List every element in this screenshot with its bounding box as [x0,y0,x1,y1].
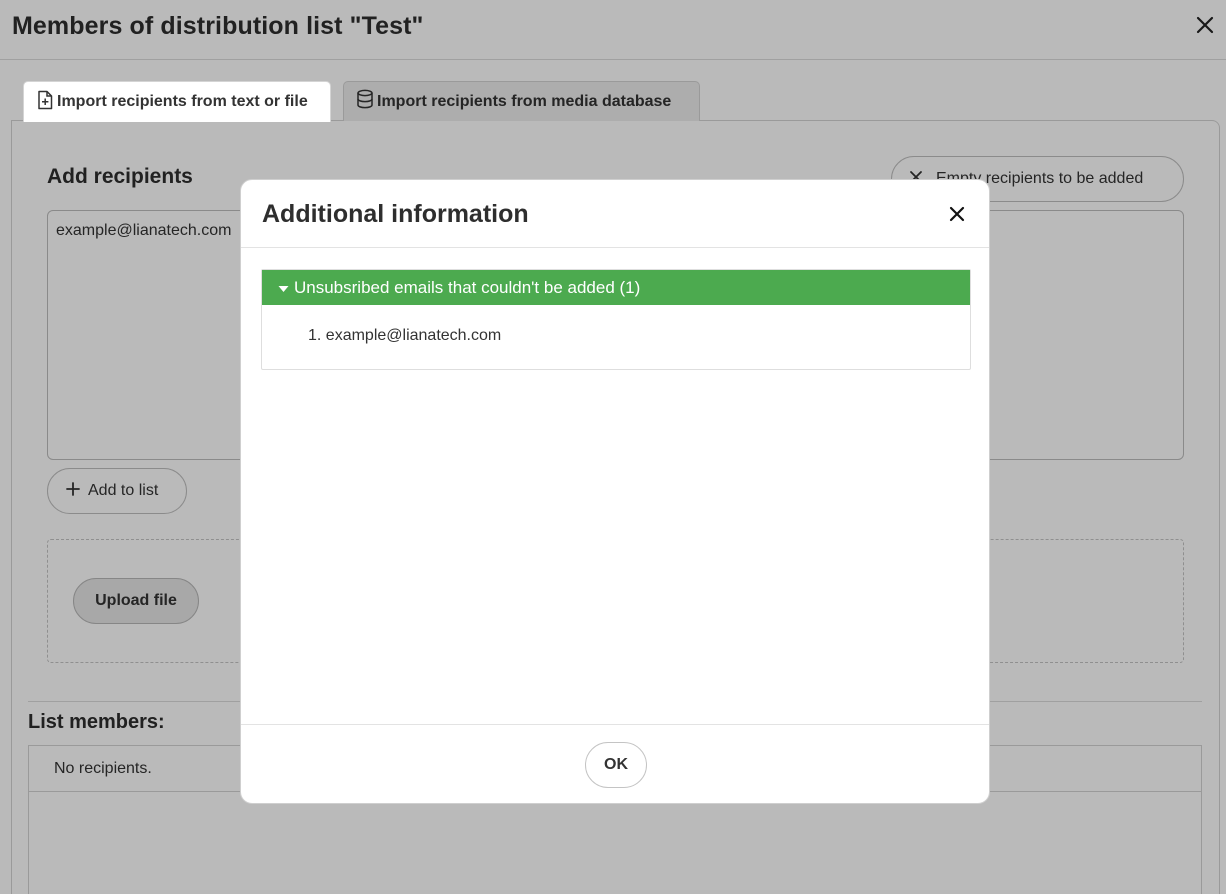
accordion-title: Unsubsribed emails that couldn't be adde… [294,277,641,297]
accordion-header[interactable]: Unsubsribed emails that couldn't be adde… [262,270,970,305]
dialog-footer: OK [241,724,989,803]
list-item: 1. example@lianatech.com [308,327,502,344]
dialog-title: Additional information [262,200,529,228]
dialog-header: Additional information [241,180,989,248]
close-icon[interactable] [947,204,967,224]
accordion-body: 1. example@lianatech.com [262,305,970,345]
file-plus-icon [36,90,57,115]
tab-label: Import recipients from text or file [57,93,308,110]
ok-button[interactable]: OK [585,742,647,788]
additional-info-dialog: Additional information Unsubsribed email… [240,179,990,804]
caret-down-icon [278,278,294,298]
unsubscribed-accordion: Unsubsribed emails that couldn't be adde… [261,269,971,370]
tab-import-text[interactable]: Import recipients from text or file [23,81,331,122]
